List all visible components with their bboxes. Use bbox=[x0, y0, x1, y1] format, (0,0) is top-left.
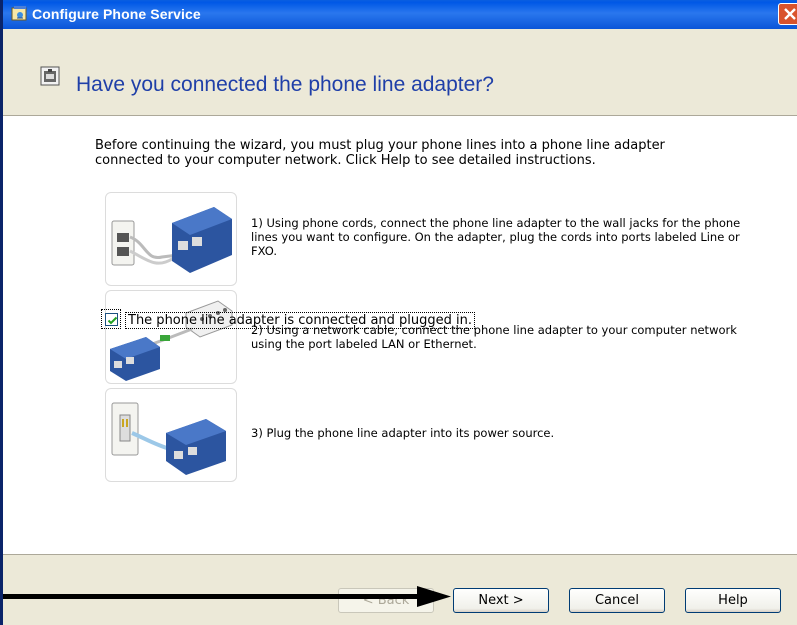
title-bar: Configure Phone Service bbox=[3, 0, 797, 29]
app-icon bbox=[11, 5, 29, 23]
wizard-header: Have you connected the phone line adapte… bbox=[3, 29, 797, 115]
configure-phone-service-dialog: Configure Phone Service Have you connect… bbox=[0, 0, 797, 625]
page-heading: Have you connected the phone line adapte… bbox=[76, 73, 494, 96]
adapter-connected-label[interactable]: The phone line adapter is connected and … bbox=[125, 312, 476, 329]
checkmark-icon bbox=[107, 316, 118, 325]
window-title: Configure Phone Service bbox=[32, 6, 201, 22]
step-3-text: 3) Plug the phone line adapter into its … bbox=[251, 426, 555, 440]
content-panel: Before continuing the wizard, you must p… bbox=[3, 115, 797, 555]
close-button[interactable] bbox=[778, 3, 797, 25]
intro-text: Before continuing the wizard, you must p… bbox=[95, 138, 665, 168]
adapter-connected-checkbox[interactable] bbox=[105, 313, 118, 326]
close-icon bbox=[784, 8, 796, 20]
network-cable-to-switch-image bbox=[105, 290, 237, 384]
power-outlet-image bbox=[105, 388, 237, 482]
help-button[interactable]: Help bbox=[685, 588, 781, 613]
phone-adapter-icon bbox=[40, 66, 60, 86]
annotation-arrow-icon bbox=[3, 586, 451, 607]
wall-jack-to-adapter-image bbox=[105, 192, 237, 286]
cancel-button[interactable]: Cancel bbox=[569, 588, 665, 613]
step-1-text: 1) Using phone cords, connect the phone … bbox=[251, 216, 741, 258]
next-button[interactable]: Next > bbox=[453, 588, 549, 613]
